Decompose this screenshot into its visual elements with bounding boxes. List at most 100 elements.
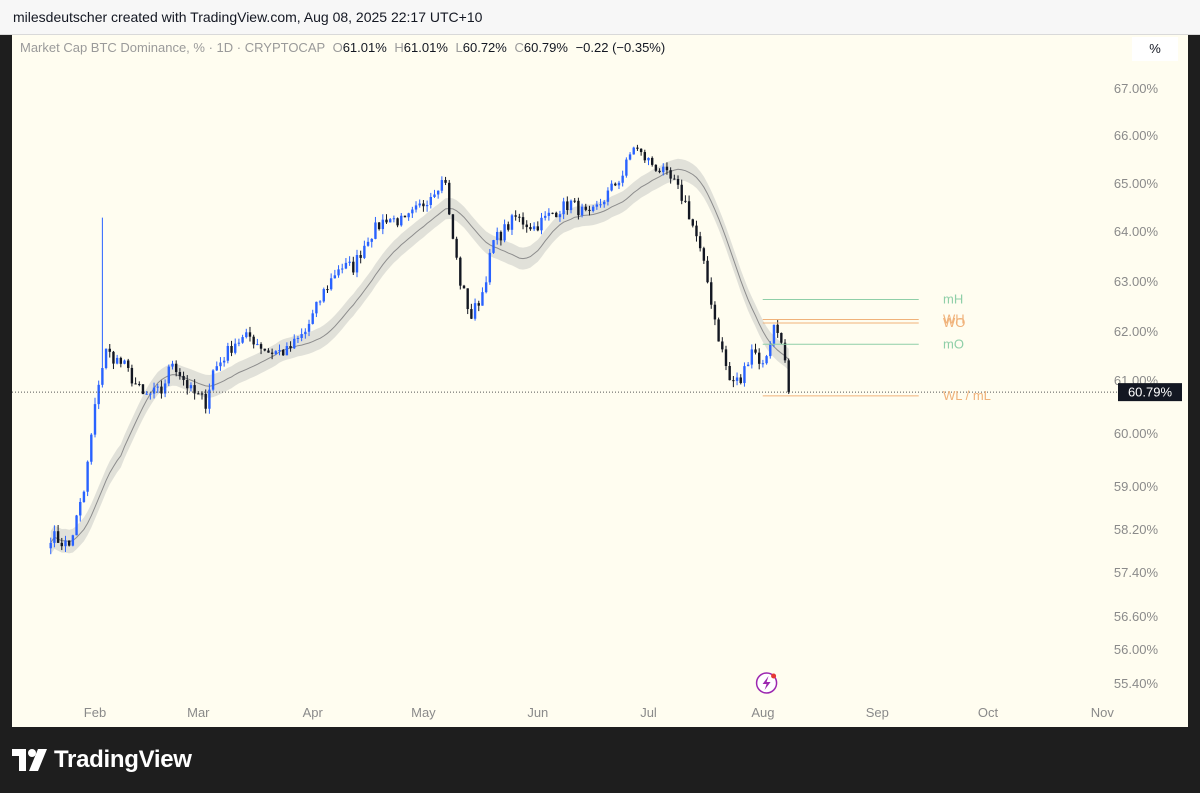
candle-body <box>488 252 492 283</box>
candle-body <box>182 375 185 381</box>
candle-body <box>396 218 399 226</box>
x-tick-label: May <box>411 705 436 720</box>
price-chart[interactable]: 67.00% 66.00% 65.00% 64.00% 63.00% 62.00% 61.0… <box>12 35 1188 727</box>
candle-body <box>665 166 669 171</box>
candle-body <box>400 215 403 226</box>
candle-body <box>676 178 680 185</box>
candle-body <box>588 209 591 211</box>
candle-body <box>695 225 698 237</box>
candle-body <box>658 170 661 173</box>
candle-body <box>90 434 93 462</box>
candle-body <box>721 341 724 350</box>
low-label: L <box>455 40 463 55</box>
y-tick-label: 58.20% <box>1114 522 1159 537</box>
candle-body <box>355 255 359 273</box>
high-label: H <box>394 40 404 55</box>
candle-body <box>127 360 130 368</box>
candle-body <box>75 515 78 536</box>
candle-body <box>71 535 75 546</box>
x-tick-label: Mar <box>187 705 210 720</box>
candle-body <box>211 370 215 390</box>
candle-body <box>691 219 694 226</box>
y-tick-label: 67.00% <box>1114 81 1159 96</box>
footer-branding: TradingView <box>12 745 192 775</box>
candle-body <box>138 383 141 385</box>
candle-body <box>104 348 108 369</box>
change-value: −0.22 (−0.35%) <box>575 40 666 55</box>
candle-body <box>650 157 654 165</box>
x-tick-label: Jul <box>640 705 657 720</box>
candle-body <box>787 360 790 393</box>
header-caption: milesdeutscher created with TradingView.… <box>13 9 483 25</box>
candle-body <box>156 386 159 388</box>
low-value: 60.72% <box>462 40 507 55</box>
candle-body <box>503 224 506 241</box>
candle-body <box>67 540 71 546</box>
candle-body <box>189 385 193 389</box>
candle-body <box>392 218 396 220</box>
candle-body <box>455 238 458 258</box>
candle-body <box>377 222 381 230</box>
candle-body <box>540 217 543 231</box>
candle-body <box>769 343 772 357</box>
brand-name: TradingView <box>54 746 192 773</box>
candle-body <box>628 154 632 160</box>
candle-body <box>93 404 97 435</box>
candle-body <box>152 387 156 394</box>
candle-body <box>713 304 717 320</box>
x-tick-label: Apr <box>303 705 324 720</box>
interval-label: 1D <box>216 40 234 55</box>
candle-body <box>49 542 52 549</box>
candle-body <box>462 285 466 289</box>
candle-body <box>518 216 521 218</box>
y-tick-label: 65.00% <box>1114 176 1159 191</box>
candle-body <box>222 360 226 363</box>
candle-body <box>466 288 469 310</box>
candle-body <box>662 166 665 173</box>
candle-body <box>82 491 86 502</box>
candle-body <box>256 344 259 346</box>
candle-body <box>359 255 362 258</box>
candle-body <box>200 393 204 395</box>
candle-body <box>123 360 126 364</box>
candle-body <box>289 346 292 349</box>
candle-body <box>595 204 599 207</box>
candle-body <box>263 348 266 351</box>
candle-body <box>617 182 621 186</box>
candle-body <box>481 292 484 306</box>
candle-body <box>614 183 617 186</box>
candle-body <box>97 384 100 405</box>
x-tick-label: Sep <box>866 705 889 720</box>
y-tick-label: 57.40% <box>1114 565 1159 580</box>
candle-body <box>496 231 499 241</box>
candle-body <box>363 245 366 258</box>
candle-body <box>422 203 425 207</box>
candle-body <box>300 334 303 338</box>
candle-body <box>717 319 720 342</box>
candle-body <box>344 262 348 269</box>
candle-body <box>606 190 610 202</box>
candle-body <box>326 289 329 291</box>
candle-body <box>281 350 285 356</box>
candle-body <box>780 332 783 343</box>
candle-body <box>204 393 207 409</box>
candle-body <box>145 393 148 395</box>
chart-frame[interactable]: 67.00% 66.00% 65.00% 64.00% 63.00% 62.00% 61.0… <box>12 35 1188 727</box>
percent-scale-button[interactable]: % <box>1132 37 1178 61</box>
candle-body <box>444 180 447 183</box>
candle-body <box>621 175 624 183</box>
x-tick-label: Aug <box>751 705 774 720</box>
candle-body <box>178 372 182 376</box>
candle-body <box>680 184 683 201</box>
candle-body <box>248 332 252 337</box>
candle-body <box>425 204 429 207</box>
candle-body <box>584 206 587 210</box>
candle-body <box>370 238 373 242</box>
candle-body <box>374 222 377 239</box>
candle-body <box>381 219 385 230</box>
candle-body <box>197 393 200 395</box>
candle-body <box>219 362 222 367</box>
candle-body <box>252 336 255 345</box>
candle-body <box>186 380 189 389</box>
candle-body <box>599 204 602 206</box>
